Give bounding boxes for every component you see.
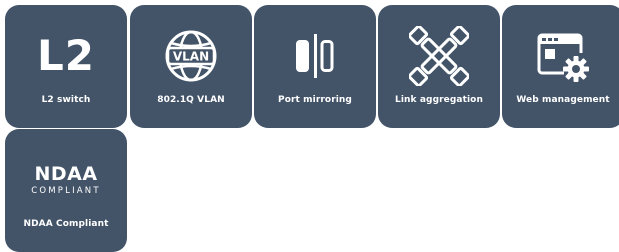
feature-label: 802.1Q VLAN	[157, 95, 225, 105]
feature-tile-l2-switch: L2 L2 switch	[5, 5, 127, 128]
feature-label: Web management	[516, 95, 610, 105]
feature-tile-link-aggregation: Link aggregation	[378, 5, 500, 128]
feature-label: L2 switch	[41, 95, 91, 105]
globe-vlan-icon: VLAN	[130, 29, 252, 83]
web-management-icon	[502, 29, 619, 83]
ndaa-logo-text: NDAA	[34, 162, 98, 185]
link-aggregation-icon	[378, 26, 500, 86]
feature-label: Port mirroring	[278, 95, 352, 105]
feature-grid: L2 L2 switch VLAN 802.1Q VLAN Port mirro…	[0, 0, 619, 252]
ndaa-logo-icon: NDAA COMPLIANT	[5, 153, 127, 207]
ndaa-logo-subtext: COMPLIANT	[31, 185, 101, 196]
feature-label: Link aggregation	[395, 95, 483, 105]
port-mirroring-icon	[254, 29, 376, 83]
feature-tile-web-management: Web management	[502, 5, 619, 128]
feature-tile-port-mirroring: Port mirroring	[254, 5, 376, 128]
l2-text-icon: L2	[5, 29, 127, 83]
feature-tile-ndaa-compliant: NDAA COMPLIANT NDAA Compliant	[5, 129, 127, 252]
l2-icon-text: L2	[37, 31, 95, 80]
vlan-icon-text: VLAN	[173, 50, 209, 64]
feature-label: NDAA Compliant	[23, 219, 109, 229]
feature-tile-vlan: VLAN 802.1Q VLAN	[130, 5, 252, 128]
